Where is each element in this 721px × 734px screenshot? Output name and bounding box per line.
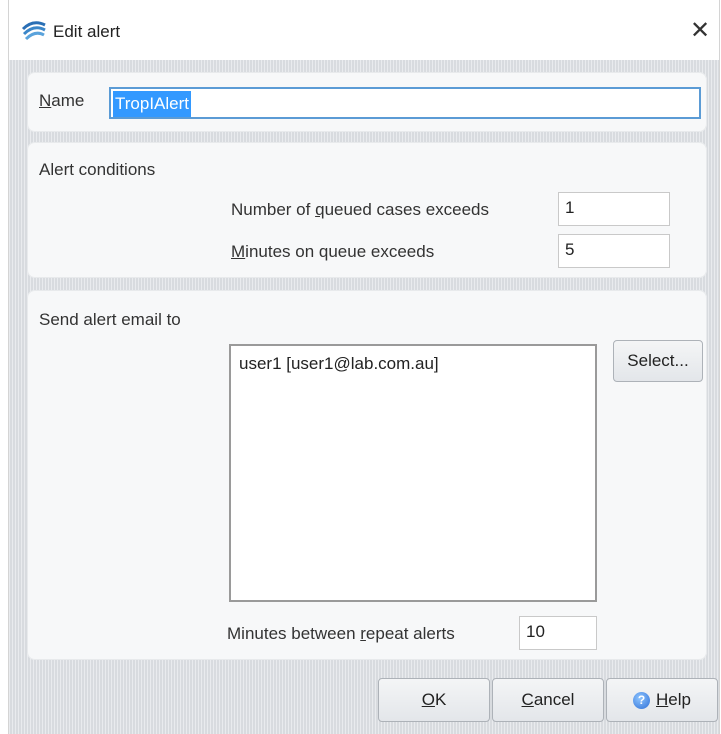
help-button[interactable]: ? Help <box>606 678 718 722</box>
alert-conditions-heading: Alert conditions <box>39 160 156 179</box>
help-icon: ? <box>633 692 651 710</box>
repeat-alerts-input[interactable]: 10 <box>519 616 597 650</box>
send-email-panel: Send alert email to user1 [user1@lab.com… <box>27 290 707 660</box>
name-input-value: TropIAlert <box>113 91 192 117</box>
queued-cases-label: Number of queued cases exceeds <box>231 200 490 219</box>
app-logo-icon <box>21 21 46 41</box>
name-label: Name <box>39 91 85 110</box>
cancel-button[interactable]: Cancel <box>492 678 604 722</box>
repeat-alerts-label: Minutes between repeat alerts <box>227 624 455 643</box>
alert-conditions-panel: Alert conditions Number of queued cases … <box>27 142 707 278</box>
send-email-heading: Send alert email to <box>39 310 181 329</box>
title-bar: Edit alert ✕ <box>9 0 719 60</box>
name-panel: Name TropIAlert <box>27 72 707 132</box>
queued-cases-input[interactable]: 1 <box>558 192 670 226</box>
minutes-on-queue-input[interactable]: 5 <box>558 234 670 268</box>
close-button[interactable]: ✕ <box>683 14 717 48</box>
select-button[interactable]: Select... <box>613 340 703 382</box>
ok-button[interactable]: OK <box>378 678 490 722</box>
recipient-list[interactable]: user1 [user1@lab.com.au] <box>229 344 597 602</box>
edit-alert-dialog: Edit alert ✕ Name TropIAlert Alert condi… <box>8 0 720 734</box>
dialog-title: Edit alert <box>53 22 121 41</box>
minutes-on-queue-label: Minutes on queue exceeds <box>231 242 435 261</box>
name-input[interactable]: TropIAlert <box>109 87 701 119</box>
close-icon: ✕ <box>689 17 711 44</box>
list-item[interactable]: user1 [user1@lab.com.au] <box>239 354 587 374</box>
dialog-body: Name TropIAlert Alert conditions Number … <box>9 60 719 734</box>
